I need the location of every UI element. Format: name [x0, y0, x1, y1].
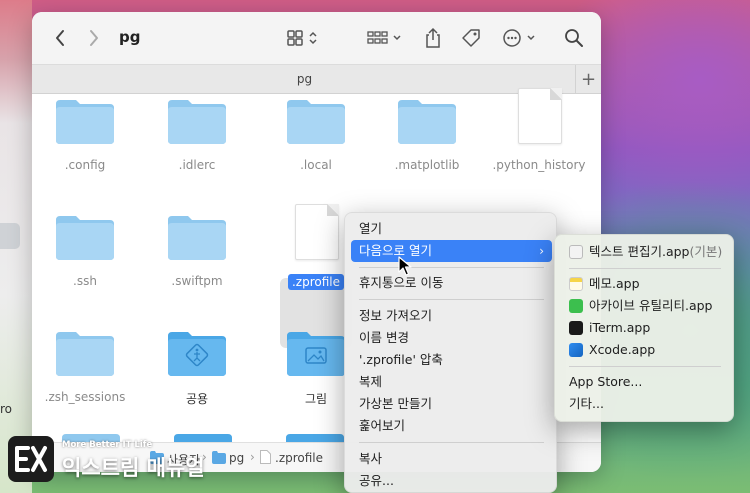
watermark-logo	[8, 436, 54, 482]
menu-divider	[569, 366, 721, 367]
chevron-right-icon: ›	[539, 244, 544, 258]
submenu-item-iterm[interactable]: iTerm.app	[561, 317, 729, 339]
search-icon[interactable]	[562, 26, 586, 50]
watermark: More Better IT Life 익스트림 매뉴얼	[8, 436, 228, 484]
menu-item-compress[interactable]: '.zprofile' 압축	[351, 349, 552, 371]
more-icon[interactable]	[500, 26, 540, 50]
menu-item-get-info[interactable]: 정보 가져오기	[351, 305, 552, 327]
grid-view-icon[interactable]	[284, 26, 324, 50]
tag-icon[interactable]	[458, 26, 484, 50]
menu-item-quick-look[interactable]: 훑어보기	[351, 415, 552, 437]
document-icon	[295, 204, 339, 260]
menu-item-copy[interactable]: 복사	[351, 448, 552, 470]
file-item[interactable]: .ssh	[32, 204, 140, 288]
file-item[interactable]: .swiftpm	[142, 204, 252, 288]
file-label: .ssh	[73, 274, 97, 288]
menu-divider	[359, 267, 544, 268]
chevron-right-icon[interactable]	[84, 26, 104, 50]
mouse-cursor-icon	[398, 256, 412, 276]
file-item[interactable]: .matplotlib	[372, 88, 482, 172]
folder-icon	[286, 434, 344, 442]
notes-icon	[569, 277, 583, 291]
submenu-item-app-store[interactable]: App Store...	[561, 371, 729, 393]
file-label: .matplotlib	[394, 158, 460, 172]
menu-item-open[interactable]: 열기	[351, 218, 552, 240]
file-item[interactable]: 공용	[142, 320, 252, 407]
folder-icon	[56, 216, 114, 260]
file-label: 공용	[185, 392, 209, 406]
menu-item-make-alias[interactable]: 가상본 만들기	[351, 393, 552, 415]
accessibility-icon	[168, 332, 226, 376]
menu-divider	[359, 299, 544, 300]
document-icon	[518, 88, 562, 144]
file-label: .zsh_sessions	[44, 390, 126, 404]
submenu-item-textedit[interactable]: 텍스트 편집기.app(기본)	[561, 241, 729, 263]
file-label: .python_history	[492, 158, 586, 172]
file-item[interactable]: .python_history	[484, 88, 594, 172]
menu-item-open-with[interactable]: 다음으로 열기 ›	[351, 240, 552, 262]
archive-utility-icon	[569, 299, 583, 313]
folder-icon	[56, 100, 114, 144]
document-icon	[260, 450, 271, 464]
menu-item-move-to-trash[interactable]: 휴지통으로 이동	[351, 272, 552, 294]
menu-divider	[359, 442, 544, 443]
folder-icon	[287, 100, 345, 144]
menu-item-share[interactable]: 공유...	[351, 470, 552, 492]
file-label: .swiftpm	[171, 274, 223, 288]
chevron-left-icon[interactable]	[50, 26, 70, 50]
picture-icon	[287, 332, 345, 376]
chevron-right-icon: ›	[250, 450, 255, 464]
file-label: .idlerc	[178, 158, 216, 172]
file-label: .config	[64, 158, 106, 172]
menu-item-duplicate[interactable]: 복제	[351, 371, 552, 393]
watermark-tagline: More Better IT Life	[62, 440, 153, 450]
folder-icon	[168, 100, 226, 144]
menu-item-rename[interactable]: 이름 변경	[351, 327, 552, 349]
path-item-pg[interactable]: pg	[229, 451, 244, 465]
desktop-partial-label: ro	[0, 402, 13, 416]
desktop-left-edge: ro	[0, 0, 32, 493]
window-title: pg	[119, 28, 141, 46]
sidebar-selection	[0, 223, 20, 249]
open-with-submenu: 텍스트 편집기.app(기본) 메모.app 아카이브 유틸리티.app iTe…	[554, 234, 734, 422]
file-item[interactable]: .config	[32, 88, 140, 172]
folder-icon	[168, 216, 226, 260]
textedit-icon	[569, 245, 583, 259]
submenu-item-xcode[interactable]: Xcode.app	[561, 339, 729, 361]
file-item[interactable]: .idlerc	[142, 88, 252, 172]
share-icon[interactable]	[422, 26, 444, 50]
path-item-zprofile[interactable]: .zprofile	[275, 451, 323, 465]
group-icon[interactable]	[364, 26, 408, 50]
file-label: .local	[300, 158, 332, 172]
iterm-icon	[569, 321, 583, 335]
submenu-item-archive-utility[interactable]: 아카이브 유틸리티.app	[561, 295, 729, 317]
tab-pg[interactable]: pg	[32, 72, 577, 86]
toolbar: pg	[32, 12, 601, 64]
context-menu: 열기 다음으로 열기 › 휴지통으로 이동 정보 가져오기 이름 변경 '.zpr…	[344, 212, 557, 493]
xcode-icon	[569, 343, 583, 357]
submenu-item-other[interactable]: 기타...	[561, 393, 729, 415]
folder-icon	[398, 100, 456, 144]
submenu-item-notes[interactable]: 메모.app	[561, 273, 729, 295]
file-item[interactable]: .local	[261, 88, 371, 172]
menu-divider	[569, 268, 721, 269]
file-label-selected: .zprofile	[287, 274, 345, 290]
folder-icon	[56, 332, 114, 376]
file-item[interactable]: .zsh_sessions	[32, 320, 140, 404]
watermark-name: 익스트림 매뉴얼	[62, 456, 205, 480]
